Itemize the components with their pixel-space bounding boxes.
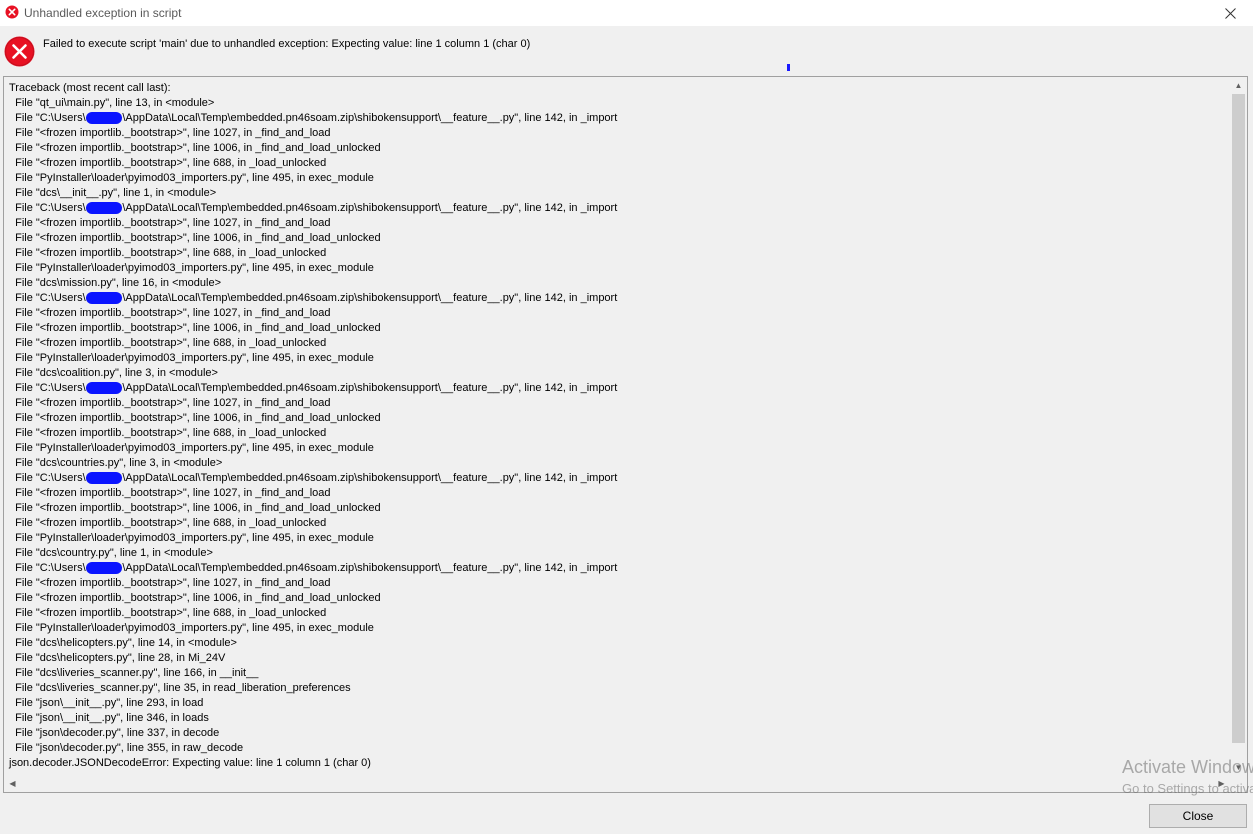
traceback-line: File "C:\Users\ \AppData\Local\Temp\embe…	[9, 292, 618, 304]
scroll-left-arrow-icon[interactable]: ◀	[4, 775, 21, 792]
traceback-line: File "dcs\countries.py", line 3, in <mod…	[9, 457, 223, 469]
traceback-line: json.decoder.JSONDecodeError: Expecting …	[9, 757, 371, 769]
close-button[interactable]: Close	[1149, 804, 1247, 828]
busy-indicator	[787, 64, 790, 71]
traceback-line: File "<frozen importlib._bootstrap>", li…	[9, 217, 331, 229]
traceback-line: File "json\decoder.py", line 355, in raw…	[9, 742, 244, 754]
traceback-line: File "C:\Users\ \AppData\Local\Temp\embe…	[9, 562, 618, 574]
traceback-line: File "<frozen importlib._bootstrap>", li…	[9, 142, 381, 154]
traceback-line: File "<frozen importlib._bootstrap>", li…	[9, 592, 381, 604]
traceback-line: File "C:\Users\ \AppData\Local\Temp\embe…	[9, 112, 618, 124]
traceback-line: File "<frozen importlib._bootstrap>", li…	[9, 427, 327, 439]
traceback-line: File "C:\Users\ \AppData\Local\Temp\embe…	[9, 472, 618, 484]
traceback-line: File "json\__init__.py", line 346, in lo…	[9, 712, 209, 724]
traceback-line: Traceback (most recent call last):	[9, 82, 171, 94]
traceback-line: File "PyInstaller\loader\pyimod03_import…	[9, 532, 374, 544]
traceback-line: File "PyInstaller\loader\pyimod03_import…	[9, 352, 374, 364]
traceback-line: File "dcs\mission.py", line 16, in <modu…	[9, 277, 222, 289]
vertical-scrollbar[interactable]: ▲ ▼	[1230, 77, 1247, 776]
close-icon	[1224, 7, 1236, 19]
scroll-up-arrow-icon[interactable]: ▲	[1230, 77, 1247, 94]
traceback-line: File "dcs\liveries_scanner.py", line 166…	[9, 667, 259, 679]
traceback-line: File "qt_ui\main.py", line 13, in <modul…	[9, 97, 215, 109]
window-close-button[interactable]	[1207, 0, 1253, 26]
traceback-line: File "dcs\__init__.py", line 1, in <modu…	[9, 187, 217, 199]
traceback-line: File "PyInstaller\loader\pyimod03_import…	[9, 442, 374, 454]
traceback-line: File "PyInstaller\loader\pyimod03_import…	[9, 262, 374, 274]
vertical-scroll-thumb[interactable]	[1232, 94, 1245, 743]
traceback-line: File "C:\Users\ \AppData\Local\Temp\embe…	[9, 382, 618, 394]
window-title: Unhandled exception in script	[24, 6, 182, 20]
traceback-line: File "<frozen importlib._bootstrap>", li…	[9, 517, 327, 529]
traceback-line: File "<frozen importlib._bootstrap>", li…	[9, 502, 381, 514]
traceback-line: File "dcs\helicopters.py", line 14, in <…	[9, 637, 237, 649]
traceback-line: File "C:\Users\ \AppData\Local\Temp\embe…	[9, 202, 618, 214]
error-icon	[4, 36, 35, 67]
traceback-line: File "<frozen importlib._bootstrap>", li…	[9, 232, 381, 244]
traceback-line: File "json\__init__.py", line 293, in lo…	[9, 697, 204, 709]
traceback-line: File "dcs\country.py", line 1, in <modul…	[9, 547, 213, 559]
traceback-line: File "PyInstaller\loader\pyimod03_import…	[9, 622, 374, 634]
redacted-username	[85, 472, 123, 484]
title-bar: Unhandled exception in script	[0, 0, 1253, 26]
traceback-line: File "<frozen importlib._bootstrap>", li…	[9, 127, 331, 139]
error-dialog: Unhandled exception in script Failed to …	[0, 0, 1253, 834]
traceback-text: Traceback (most recent call last): File …	[9, 81, 617, 771]
traceback-line: File "<frozen importlib._bootstrap>", li…	[9, 157, 327, 169]
traceback-line: File "PyInstaller\loader\pyimod03_import…	[9, 172, 374, 184]
traceback-line: File "<frozen importlib._bootstrap>", li…	[9, 397, 331, 409]
traceback-textbox[interactable]: Traceback (most recent call last): File …	[3, 76, 1248, 793]
redacted-username	[85, 202, 123, 214]
traceback-line: File "<frozen importlib._bootstrap>", li…	[9, 577, 331, 589]
horizontal-scrollbar[interactable]: ◀ ▶	[4, 775, 1230, 792]
traceback-line: File "dcs\helicopters.py", line 28, in M…	[9, 652, 226, 664]
error-icon	[5, 5, 19, 19]
traceback-line: File "dcs\coalition.py", line 3, in <mod…	[9, 367, 218, 379]
traceback-line: File "<frozen importlib._bootstrap>", li…	[9, 247, 327, 259]
redacted-username	[85, 562, 123, 574]
traceback-line: File "<frozen importlib._bootstrap>", li…	[9, 607, 327, 619]
traceback-line: File "<frozen importlib._bootstrap>", li…	[9, 337, 327, 349]
activation-watermark-title: Activate Windows	[1122, 757, 1253, 777]
redacted-username	[85, 292, 123, 304]
traceback-line: File "<frozen importlib._bootstrap>", li…	[9, 322, 381, 334]
traceback-line: File "dcs\liveries_scanner.py", line 35,…	[9, 682, 351, 694]
redacted-username	[85, 382, 123, 394]
traceback-line: File "json\decoder.py", line 337, in dec…	[9, 727, 220, 739]
activation-watermark-subtitle: Go to Settings to activate Windows.	[1122, 781, 1253, 796]
traceback-line: File "<frozen importlib._bootstrap>", li…	[9, 487, 331, 499]
traceback-line: File "<frozen importlib._bootstrap>", li…	[9, 307, 331, 319]
traceback-line: File "<frozen importlib._bootstrap>", li…	[9, 412, 381, 424]
error-message: Failed to execute script 'main' due to u…	[43, 38, 531, 50]
redacted-username	[85, 112, 123, 124]
